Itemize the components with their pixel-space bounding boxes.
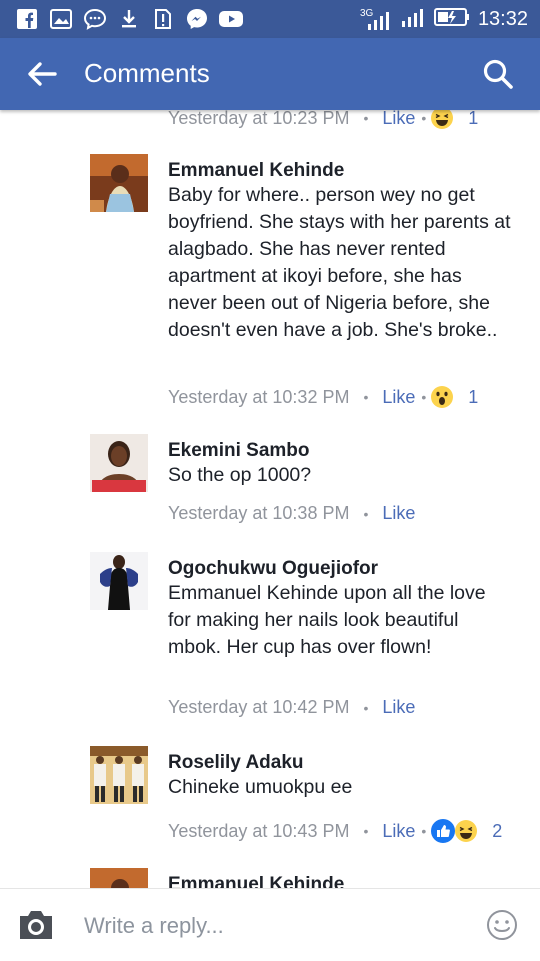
status-right: 3G 13:32 bbox=[360, 0, 528, 38]
page-title: Comments bbox=[84, 58, 210, 88]
haha-emoji-icon bbox=[454, 819, 478, 843]
reply-composer: Write a reply... bbox=[0, 888, 540, 961]
messenger-icon bbox=[184, 6, 210, 32]
notification-icons bbox=[14, 6, 244, 32]
avatar[interactable] bbox=[90, 154, 148, 212]
comments-feed[interactable]: Yesterday at 10:23 PM • Like • 1 Emmanue… bbox=[0, 110, 540, 888]
comment-time: Yesterday at 10:42 PM bbox=[168, 697, 350, 717]
comment-time: Yesterday at 10:38 PM bbox=[168, 503, 350, 523]
like-reaction-icon bbox=[430, 818, 457, 844]
reactions[interactable]: • 1 bbox=[421, 110, 478, 130]
back-button[interactable] bbox=[22, 56, 62, 92]
like-link[interactable]: Like bbox=[382, 821, 415, 842]
arrow-left-icon bbox=[28, 62, 57, 86]
like-link[interactable]: Like bbox=[382, 110, 415, 129]
youtube-icon bbox=[218, 6, 244, 32]
reaction-count: 1 bbox=[468, 386, 479, 407]
avatar[interactable] bbox=[90, 868, 148, 888]
author-name[interactable]: Ogochukwu Oguejiofor bbox=[168, 558, 378, 580]
comment-time: Yesterday at 10:23 PM bbox=[168, 110, 350, 128]
like-link[interactable]: Like bbox=[382, 697, 415, 718]
gallery-icon bbox=[48, 6, 74, 32]
avatar[interactable] bbox=[90, 552, 148, 610]
comment-text: So the op 1000? bbox=[168, 464, 312, 486]
comment-time: Yesterday at 10:43 PM bbox=[168, 820, 350, 841]
reactions[interactable]: • 2 bbox=[421, 818, 502, 844]
comment-time: Yesterday at 10:32 PM bbox=[168, 386, 350, 407]
facebook-icon bbox=[14, 6, 40, 32]
comment-meta: Yesterday at 10:43 PM • Like • 2 bbox=[168, 818, 502, 844]
comment-meta: Yesterday at 10:32 PM • Like • 1 bbox=[168, 385, 478, 409]
smiley-icon bbox=[487, 910, 517, 940]
wow-emoji-icon bbox=[430, 385, 454, 409]
comment-text: Emmanuel Kehinde upon all the love for m… bbox=[168, 582, 486, 658]
alert-sim-icon bbox=[150, 6, 176, 32]
avatar[interactable] bbox=[90, 434, 148, 492]
avatar[interactable] bbox=[90, 746, 148, 804]
search-button[interactable] bbox=[478, 54, 518, 94]
signal-icon bbox=[400, 5, 426, 34]
battery-charging-icon bbox=[433, 7, 470, 32]
chat-bubble-icon bbox=[82, 6, 108, 32]
camera-button[interactable] bbox=[16, 908, 56, 942]
comment-text: Chineke umuokpu ee bbox=[168, 776, 353, 798]
app-bar: Comments bbox=[0, 38, 540, 110]
emoji-button[interactable] bbox=[486, 909, 518, 941]
clock: 13:32 bbox=[477, 7, 528, 30]
reaction-count: 1 bbox=[468, 110, 479, 128]
search-icon bbox=[483, 59, 513, 89]
reaction-count: 2 bbox=[492, 820, 503, 841]
reactions[interactable]: • 1 bbox=[421, 385, 478, 409]
signal-3g-icon: 3G bbox=[360, 6, 392, 32]
author-name[interactable]: Emmanuel Kehinde bbox=[168, 874, 344, 888]
author-name[interactable]: Roselily Adaku bbox=[168, 752, 304, 774]
comment-meta-partial: Yesterday at 10:23 PM • Like • 1 bbox=[168, 110, 478, 130]
download-icon bbox=[116, 6, 142, 32]
comment-meta: Yesterday at 10:38 PM • Like bbox=[168, 503, 416, 524]
camera-icon bbox=[20, 911, 52, 939]
haha-emoji-icon bbox=[430, 110, 454, 130]
reply-input[interactable]: Write a reply... bbox=[84, 913, 224, 939]
author-name[interactable]: Ekemini Sambo bbox=[168, 440, 310, 462]
comment-text: Baby for where.. person wey no get boyfr… bbox=[168, 184, 511, 341]
comment-meta: Yesterday at 10:42 PM • Like bbox=[168, 697, 416, 718]
like-link[interactable]: Like bbox=[382, 387, 415, 408]
like-link[interactable]: Like bbox=[382, 503, 415, 524]
author-name[interactable]: Emmanuel Kehinde bbox=[168, 160, 344, 182]
status-bar: 3G 13:32 bbox=[0, 0, 540, 38]
